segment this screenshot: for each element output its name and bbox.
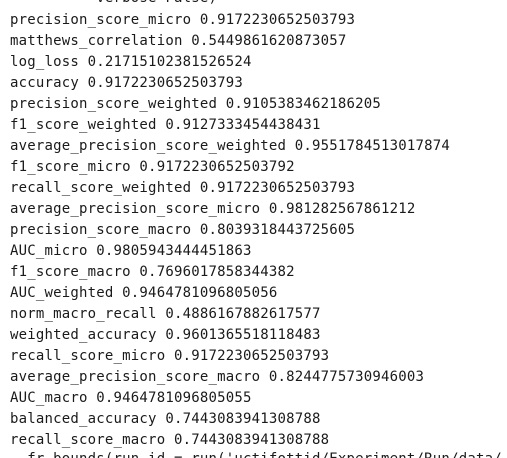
metric-line-precision-score-macro: precision_score_macro 0.8039318443725605 (10, 222, 356, 238)
metric-line-recall-score-micro: recall_score_micro 0.9172230652503793 (10, 348, 330, 364)
metric-line-f1-score-micro: f1_score_micro 0.9172230652503792 (10, 159, 295, 175)
metric-line-recall-score-weighted: recall_score_weighted 0.9172230652503793 (10, 180, 356, 196)
metric-line-norm-macro-recall: norm_macro_recall 0.4886167882617577 (10, 306, 321, 322)
metric-line-matthews-correlation: matthews_correlation 0.5449861620873057 (10, 33, 347, 49)
metric-line-log-loss: log_loss 0.21715102381526524 (10, 54, 252, 70)
metric-line-precision-score-micro: precision_score_micro 0.9172230652503793 (10, 12, 356, 28)
metric-line-weighted-accuracy: weighted_accuracy 0.9601365518118483 (10, 327, 321, 343)
output-line-clipped-bottom: fr_bounds(run_id = run('uctifottid/Exper… (10, 449, 502, 458)
output-line-clipped-top: verbose=False) (10, 0, 217, 9)
metric-line-f1-score-macro: f1_score_macro 0.7696017858344382 (10, 264, 295, 280)
metric-line-average-precision-score-micro: average_precision_score_micro 0.98128256… (10, 201, 416, 217)
metric-line-auc-macro: AUC_macro 0.9464781096805055 (10, 390, 252, 406)
metric-line-auc-micro: AUC_micro 0.9805943444451863 (10, 243, 252, 259)
metric-line-f1-score-weighted: f1_score_weighted 0.9127333454438431 (10, 117, 321, 133)
metric-line-recall-score-macro: recall_score_macro 0.7443083941308788 (10, 432, 330, 448)
metric-line-average-precision-score-macro: average_precision_score_macro 0.82447757… (10, 369, 425, 385)
metric-line-auc-weighted: AUC_weighted 0.9464781096805056 (10, 285, 278, 301)
metric-line-precision-score-weighted: precision_score_weighted 0.9105383462186… (10, 96, 382, 112)
metric-line-accuracy: accuracy 0.9172230652503793 (10, 75, 243, 91)
metric-line-average-precision-score-weighted: average_precision_score_weighted 0.95517… (10, 138, 451, 154)
notebook-output-cell: verbose=False) precision_score_micro 0.9… (0, 0, 507, 458)
metric-line-balanced-accuracy: balanced_accuracy 0.7443083941308788 (10, 411, 321, 427)
